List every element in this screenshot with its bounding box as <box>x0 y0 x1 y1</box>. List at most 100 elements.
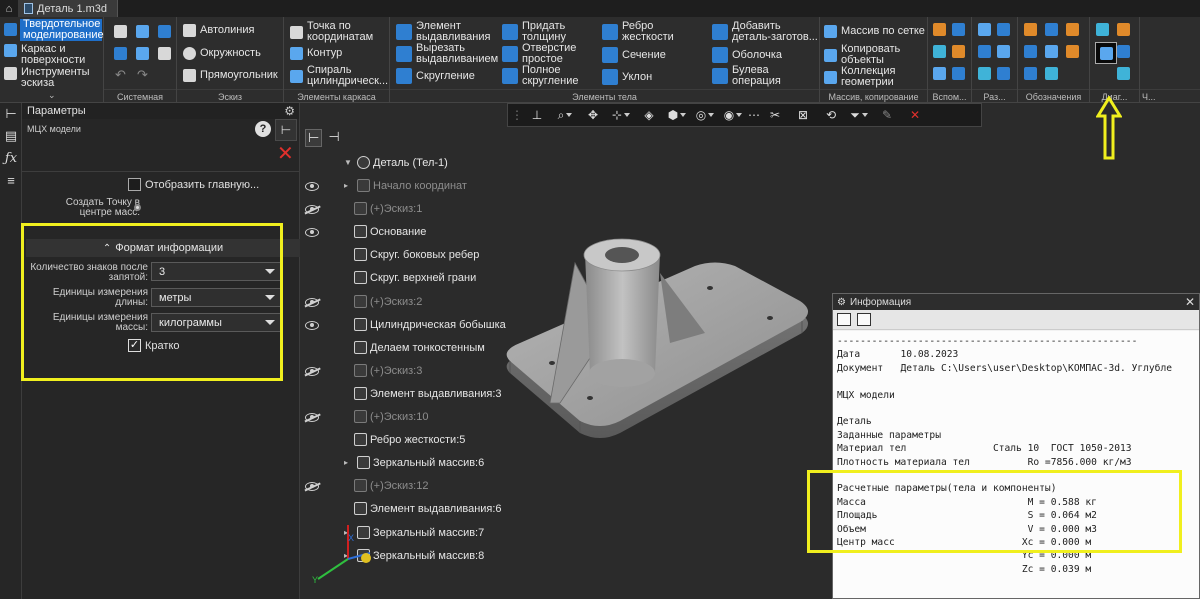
tree-history-icon[interactable]: ⊣ <box>328 129 339 147</box>
close-icon[interactable]: ✕ <box>1185 295 1195 309</box>
orientation-button[interactable]: ⊥ <box>524 105 550 125</box>
eye-icon[interactable] <box>305 321 319 330</box>
tolerance-icon[interactable] <box>1066 23 1079 36</box>
eye-hidden-icon[interactable] <box>305 367 319 376</box>
filter-select-button[interactable]: ⊠ <box>790 105 816 125</box>
zoom-button[interactable]: ⌕ <box>552 105 578 125</box>
angle-dim-icon[interactable] <box>997 23 1010 36</box>
measure-icon[interactable] <box>1096 23 1109 36</box>
plane-icon[interactable] <box>933 23 946 36</box>
base-icon[interactable] <box>1024 45 1037 58</box>
tree-node[interactable]: ▸ Начало координат <box>344 179 467 192</box>
pan-button[interactable]: ✥ <box>580 105 606 125</box>
mode-surfaces[interactable]: Каркас и поверхности <box>4 44 99 66</box>
leader-icon[interactable] <box>1045 23 1058 36</box>
new-file-icon[interactable] <box>114 25 127 38</box>
more-icon[interactable]: ⋯ <box>748 105 760 125</box>
display-mode-button[interactable]: ⬢ <box>664 105 690 125</box>
full-round-button[interactable]: Полное скругление <box>502 65 582 87</box>
parameters-panel-icon[interactable]: ▤ <box>0 125 22 147</box>
mass-properties-button[interactable] <box>1095 42 1117 64</box>
print-icon[interactable] <box>114 47 127 60</box>
mode-solid-modeling[interactable]: Твердотельное моделирование <box>20 19 104 41</box>
document-tab[interactable]: Деталь 1.m3d <box>18 0 119 17</box>
help-button[interactable]: ? <box>255 121 271 137</box>
section-button[interactable]: Сечение <box>602 47 666 63</box>
open-folder-icon[interactable] <box>136 25 149 38</box>
cut-extrude-button[interactable]: Вырезать выдавливанием <box>396 43 498 65</box>
variables-icon[interactable]: ƒx <box>0 147 22 169</box>
edit-button[interactable]: ✎ <box>874 105 900 125</box>
collapse-arrow-icon[interactable]: ▼ <box>344 158 354 167</box>
properties-icon[interactable] <box>158 47 171 60</box>
autoline-button[interactable]: Автолиния <box>183 24 254 37</box>
print-icon[interactable] <box>857 313 871 326</box>
tree-node[interactable]: (+)Эскиз:2 <box>354 295 422 308</box>
linear-dim-icon[interactable] <box>978 23 991 36</box>
home-icon[interactable]: ⌂ <box>0 0 18 17</box>
axis-icon[interactable] <box>952 23 965 36</box>
layers-icon[interactable]: ≡ <box>0 169 22 191</box>
tree-node[interactable]: (+)Эскиз:1 <box>354 202 422 215</box>
check-icon[interactable] <box>1117 67 1130 80</box>
circle-button[interactable]: Окружность <box>183 47 261 60</box>
view-cube-button[interactable]: ◈ <box>636 105 662 125</box>
visual-style-button[interactable]: ◉ <box>720 105 746 125</box>
tree-node[interactable]: Элемент выдавливания:6 <box>354 502 502 515</box>
tree-node[interactable]: Основание <box>354 225 426 238</box>
eye-icon[interactable] <box>305 228 319 237</box>
cancel-command-button[interactable]: ✕ <box>277 144 294 164</box>
position-icon[interactable] <box>1045 45 1058 58</box>
mode-sketch-tools[interactable]: Инструменты эскиза <box>4 67 99 89</box>
stop-button[interactable]: ✕ <box>902 105 928 125</box>
simple-hole-button[interactable]: Отверстие простое <box>502 43 582 65</box>
undo-icon[interactable]: ↶ <box>115 67 126 83</box>
mark-icon[interactable] <box>1066 45 1079 58</box>
shell-button[interactable]: Оболочка <box>712 47 782 63</box>
save-icon[interactable] <box>158 25 171 38</box>
eye-icon[interactable] <box>305 182 319 191</box>
cs-icon[interactable] <box>933 67 946 80</box>
gear-icon[interactable]: ⚙ <box>837 297 846 308</box>
filter-button[interactable]: ⏷ <box>846 105 872 125</box>
eye-hidden-icon[interactable] <box>305 413 319 422</box>
redo-icon[interactable]: ↷ <box>137 67 148 83</box>
tree-node[interactable]: (+)Эскиз:3 <box>354 364 422 377</box>
cylindrical-spiral-button[interactable]: Спираль цилиндрическ... <box>290 65 389 87</box>
add-blank-button[interactable]: Добавить деталь-заготов... <box>712 21 818 43</box>
tree-node[interactable]: (+)Эскиз:12 <box>354 479 428 492</box>
radial-dim-icon[interactable] <box>978 45 991 58</box>
copy-objects-button[interactable]: Копировать объекты <box>824 44 911 66</box>
save-icon[interactable] <box>837 313 851 326</box>
eye-hidden-icon[interactable] <box>305 482 319 491</box>
visibility-button[interactable]: ◎ <box>692 105 718 125</box>
tree-root[interactable]: ▼ Деталь (Тел-1) <box>344 156 448 169</box>
roughness-icon[interactable] <box>1024 23 1037 36</box>
show-main-check[interactable] <box>128 178 141 191</box>
tree-node[interactable]: (+)Эскиз:10 <box>354 410 428 423</box>
aux-line-icon[interactable] <box>952 67 965 80</box>
table-icon[interactable] <box>1045 67 1058 80</box>
tree-node[interactable]: ▸ Зеркальный массив:6 <box>344 456 484 469</box>
tree-toggle-button[interactable]: ⊢ <box>275 119 297 141</box>
arc-dim-icon[interactable] <box>978 67 991 80</box>
section-view-button[interactable]: ✂ <box>762 105 788 125</box>
fillet-button[interactable]: Скругление <box>396 68 475 84</box>
tree-structure-icon[interactable]: ⊢ <box>305 129 323 147</box>
tree-node[interactable]: Делаем тонкостенным <box>354 341 485 354</box>
extrude-button[interactable]: Элемент выдавливания <box>396 21 490 43</box>
diameter-dim-icon[interactable] <box>997 45 1010 58</box>
tree-node[interactable]: Скруг. боковых ребер <box>354 248 479 261</box>
tree-panel-icon[interactable]: ⊢ <box>0 103 22 125</box>
tree-node[interactable]: Скруг. верхней грани <box>354 271 476 284</box>
eye-hidden-icon[interactable] <box>305 205 319 214</box>
deviation-icon[interactable] <box>1117 45 1130 58</box>
thicken-button[interactable]: Придать толщину <box>502 21 582 43</box>
auto-dim-icon[interactable] <box>997 67 1010 80</box>
show-main-checkbox[interactable]: Отобразить главную... <box>128 178 259 191</box>
point-aux-icon[interactable] <box>933 45 946 58</box>
rectangle-button[interactable]: Прямоугольник <box>183 69 278 82</box>
eye-hidden-icon[interactable] <box>305 298 319 307</box>
point-by-coords-button[interactable]: Точка по координатам <box>290 21 387 43</box>
save-as-icon[interactable] <box>136 47 149 60</box>
